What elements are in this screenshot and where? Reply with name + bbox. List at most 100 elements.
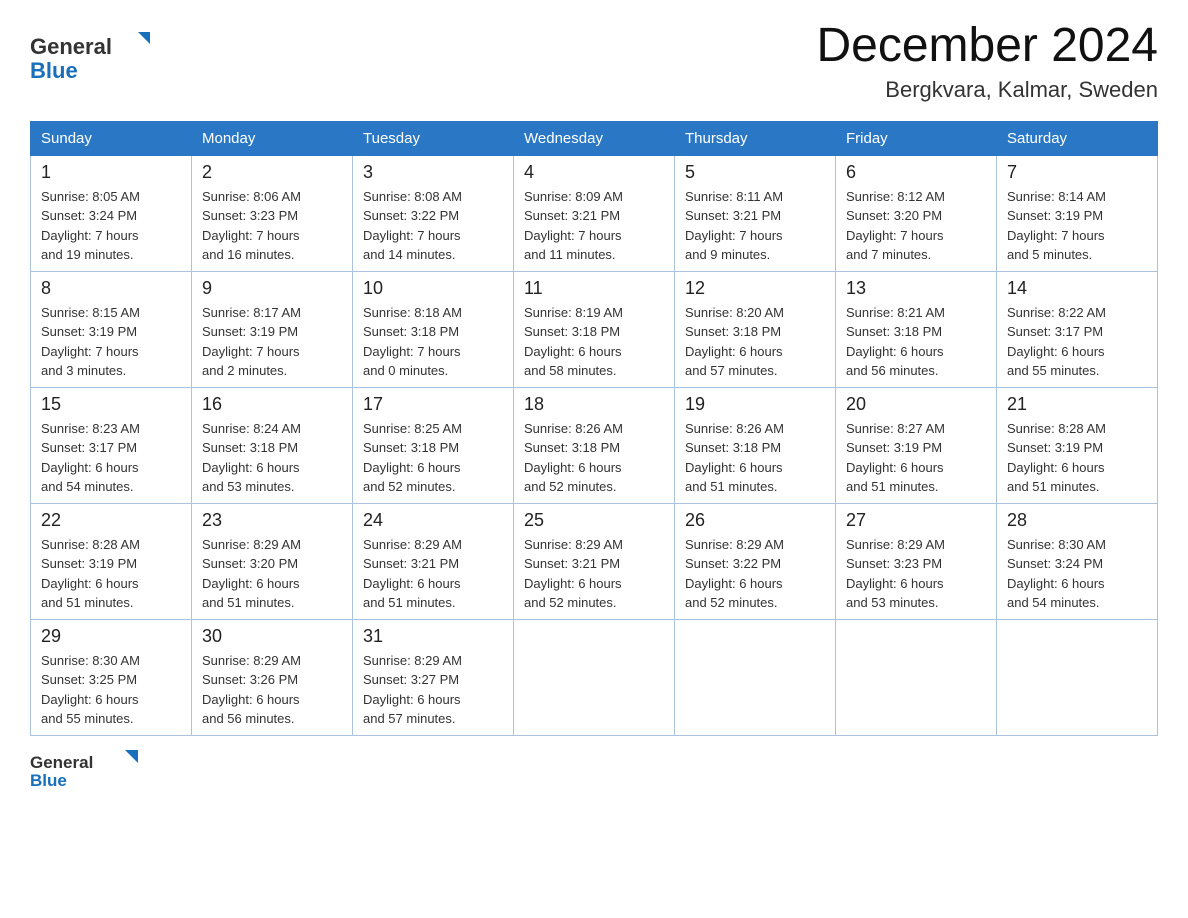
calendar-cell-w5-d6 bbox=[836, 619, 997, 735]
day-info: Sunrise: 8:24 AMSunset: 3:18 PMDaylight:… bbox=[202, 421, 301, 495]
day-number: 20 bbox=[846, 394, 986, 415]
day-info: Sunrise: 8:29 AMSunset: 3:23 PMDaylight:… bbox=[846, 537, 945, 611]
calendar-cell-w4-d1: 22 Sunrise: 8:28 AMSunset: 3:19 PMDaylig… bbox=[31, 503, 192, 619]
col-thursday: Thursday bbox=[675, 121, 836, 155]
calendar-cell-w1-d1: 1 Sunrise: 8:05 AMSunset: 3:24 PMDayligh… bbox=[31, 155, 192, 271]
day-number: 31 bbox=[363, 626, 503, 647]
day-number: 6 bbox=[846, 162, 986, 183]
day-info: Sunrise: 8:26 AMSunset: 3:18 PMDaylight:… bbox=[524, 421, 623, 495]
day-number: 16 bbox=[202, 394, 342, 415]
day-info: Sunrise: 8:29 AMSunset: 3:27 PMDaylight:… bbox=[363, 653, 462, 727]
day-info: Sunrise: 8:29 AMSunset: 3:20 PMDaylight:… bbox=[202, 537, 301, 611]
day-number: 8 bbox=[41, 278, 181, 299]
day-number: 7 bbox=[1007, 162, 1147, 183]
calendar-cell-w5-d4 bbox=[514, 619, 675, 735]
calendar-cell-w4-d5: 26 Sunrise: 8:29 AMSunset: 3:22 PMDaylig… bbox=[675, 503, 836, 619]
day-info: Sunrise: 8:21 AMSunset: 3:18 PMDaylight:… bbox=[846, 305, 945, 379]
calendar-cell-w2-d7: 14 Sunrise: 8:22 AMSunset: 3:17 PMDaylig… bbox=[997, 271, 1158, 387]
col-tuesday: Tuesday bbox=[353, 121, 514, 155]
calendar-cell-w3-d2: 16 Sunrise: 8:24 AMSunset: 3:18 PMDaylig… bbox=[192, 387, 353, 503]
calendar-cell-w1-d2: 2 Sunrise: 8:06 AMSunset: 3:23 PMDayligh… bbox=[192, 155, 353, 271]
day-info: Sunrise: 8:19 AMSunset: 3:18 PMDaylight:… bbox=[524, 305, 623, 379]
day-info: Sunrise: 8:30 AMSunset: 3:24 PMDaylight:… bbox=[1007, 537, 1106, 611]
day-info: Sunrise: 8:14 AMSunset: 3:19 PMDaylight:… bbox=[1007, 189, 1106, 263]
day-info: Sunrise: 8:28 AMSunset: 3:19 PMDaylight:… bbox=[41, 537, 140, 611]
calendar-cell-w4-d3: 24 Sunrise: 8:29 AMSunset: 3:21 PMDaylig… bbox=[353, 503, 514, 619]
col-monday: Monday bbox=[192, 121, 353, 155]
calendar-cell-w4-d4: 25 Sunrise: 8:29 AMSunset: 3:21 PMDaylig… bbox=[514, 503, 675, 619]
calendar-cell-w1-d6: 6 Sunrise: 8:12 AMSunset: 3:20 PMDayligh… bbox=[836, 155, 997, 271]
week-row-3: 15 Sunrise: 8:23 AMSunset: 3:17 PMDaylig… bbox=[31, 387, 1158, 503]
calendar-cell-w3-d6: 20 Sunrise: 8:27 AMSunset: 3:19 PMDaylig… bbox=[836, 387, 997, 503]
day-info: Sunrise: 8:18 AMSunset: 3:18 PMDaylight:… bbox=[363, 305, 462, 379]
day-info: Sunrise: 8:09 AMSunset: 3:21 PMDaylight:… bbox=[524, 189, 623, 263]
calendar-cell-w5-d3: 31 Sunrise: 8:29 AMSunset: 3:27 PMDaylig… bbox=[353, 619, 514, 735]
day-number: 15 bbox=[41, 394, 181, 415]
calendar-cell-w3-d7: 21 Sunrise: 8:28 AMSunset: 3:19 PMDaylig… bbox=[997, 387, 1158, 503]
day-info: Sunrise: 8:29 AMSunset: 3:21 PMDaylight:… bbox=[524, 537, 623, 611]
day-number: 1 bbox=[41, 162, 181, 183]
calendar-cell-w3-d1: 15 Sunrise: 8:23 AMSunset: 3:17 PMDaylig… bbox=[31, 387, 192, 503]
day-info: Sunrise: 8:15 AMSunset: 3:19 PMDaylight:… bbox=[41, 305, 140, 379]
calendar-cell-w3-d5: 19 Sunrise: 8:26 AMSunset: 3:18 PMDaylig… bbox=[675, 387, 836, 503]
day-number: 9 bbox=[202, 278, 342, 299]
calendar-cell-w3-d3: 17 Sunrise: 8:25 AMSunset: 3:18 PMDaylig… bbox=[353, 387, 514, 503]
calendar-cell-w5-d2: 30 Sunrise: 8:29 AMSunset: 3:26 PMDaylig… bbox=[192, 619, 353, 735]
day-info: Sunrise: 8:29 AMSunset: 3:26 PMDaylight:… bbox=[202, 653, 301, 727]
calendar-cell-w5-d7 bbox=[997, 619, 1158, 735]
svg-text:Blue: Blue bbox=[30, 771, 67, 790]
day-info: Sunrise: 8:23 AMSunset: 3:17 PMDaylight:… bbox=[41, 421, 140, 495]
day-number: 22 bbox=[41, 510, 181, 531]
calendar-cell-w2-d6: 13 Sunrise: 8:21 AMSunset: 3:18 PMDaylig… bbox=[836, 271, 997, 387]
day-number: 26 bbox=[685, 510, 825, 531]
week-row-4: 22 Sunrise: 8:28 AMSunset: 3:19 PMDaylig… bbox=[31, 503, 1158, 619]
day-number: 25 bbox=[524, 510, 664, 531]
day-number: 27 bbox=[846, 510, 986, 531]
calendar-cell-w2-d5: 12 Sunrise: 8:20 AMSunset: 3:18 PMDaylig… bbox=[675, 271, 836, 387]
day-info: Sunrise: 8:22 AMSunset: 3:17 PMDaylight:… bbox=[1007, 305, 1106, 379]
calendar-cell-w1-d7: 7 Sunrise: 8:14 AMSunset: 3:19 PMDayligh… bbox=[997, 155, 1158, 271]
calendar-body: 1 Sunrise: 8:05 AMSunset: 3:24 PMDayligh… bbox=[31, 155, 1158, 735]
month-title: December 2024 bbox=[816, 20, 1158, 73]
calendar-cell-w3-d4: 18 Sunrise: 8:26 AMSunset: 3:18 PMDaylig… bbox=[514, 387, 675, 503]
page-header: General Blue December 2024 Bergkvara, Ka… bbox=[30, 20, 1158, 103]
calendar-cell-w1-d5: 5 Sunrise: 8:11 AMSunset: 3:21 PMDayligh… bbox=[675, 155, 836, 271]
day-info: Sunrise: 8:26 AMSunset: 3:18 PMDaylight:… bbox=[685, 421, 784, 495]
day-number: 17 bbox=[363, 394, 503, 415]
day-number: 14 bbox=[1007, 278, 1147, 299]
day-info: Sunrise: 8:05 AMSunset: 3:24 PMDaylight:… bbox=[41, 189, 140, 263]
svg-text:General: General bbox=[30, 34, 112, 59]
calendar-cell-w2-d4: 11 Sunrise: 8:19 AMSunset: 3:18 PMDaylig… bbox=[514, 271, 675, 387]
calendar-table: Sunday Monday Tuesday Wednesday Thursday… bbox=[30, 121, 1158, 736]
day-number: 29 bbox=[41, 626, 181, 647]
svg-text:Blue: Blue bbox=[30, 58, 78, 82]
calendar-cell-w4-d6: 27 Sunrise: 8:29 AMSunset: 3:23 PMDaylig… bbox=[836, 503, 997, 619]
day-info: Sunrise: 8:12 AMSunset: 3:20 PMDaylight:… bbox=[846, 189, 945, 263]
calendar-cell-w4-d7: 28 Sunrise: 8:30 AMSunset: 3:24 PMDaylig… bbox=[997, 503, 1158, 619]
day-number: 11 bbox=[524, 278, 664, 299]
day-info: Sunrise: 8:25 AMSunset: 3:18 PMDaylight:… bbox=[363, 421, 462, 495]
calendar-cell-w2-d1: 8 Sunrise: 8:15 AMSunset: 3:19 PMDayligh… bbox=[31, 271, 192, 387]
day-number: 24 bbox=[363, 510, 503, 531]
col-friday: Friday bbox=[836, 121, 997, 155]
day-number: 19 bbox=[685, 394, 825, 415]
calendar-cell-w1-d3: 3 Sunrise: 8:08 AMSunset: 3:22 PMDayligh… bbox=[353, 155, 514, 271]
day-number: 13 bbox=[846, 278, 986, 299]
day-info: Sunrise: 8:30 AMSunset: 3:25 PMDaylight:… bbox=[41, 653, 140, 727]
location: Bergkvara, Kalmar, Sweden bbox=[816, 77, 1158, 103]
logo-footer: General Blue bbox=[30, 746, 1158, 790]
calendar-cell-w5-d5 bbox=[675, 619, 836, 735]
day-number: 4 bbox=[524, 162, 664, 183]
day-info: Sunrise: 8:08 AMSunset: 3:22 PMDaylight:… bbox=[363, 189, 462, 263]
day-number: 5 bbox=[685, 162, 825, 183]
day-number: 3 bbox=[363, 162, 503, 183]
day-info: Sunrise: 8:29 AMSunset: 3:22 PMDaylight:… bbox=[685, 537, 784, 611]
day-number: 2 bbox=[202, 162, 342, 183]
day-info: Sunrise: 8:27 AMSunset: 3:19 PMDaylight:… bbox=[846, 421, 945, 495]
svg-text:General: General bbox=[30, 753, 93, 772]
day-number: 18 bbox=[524, 394, 664, 415]
day-number: 12 bbox=[685, 278, 825, 299]
day-info: Sunrise: 8:28 AMSunset: 3:19 PMDaylight:… bbox=[1007, 421, 1106, 495]
day-number: 10 bbox=[363, 278, 503, 299]
calendar-cell-w2-d3: 10 Sunrise: 8:18 AMSunset: 3:18 PMDaylig… bbox=[353, 271, 514, 387]
